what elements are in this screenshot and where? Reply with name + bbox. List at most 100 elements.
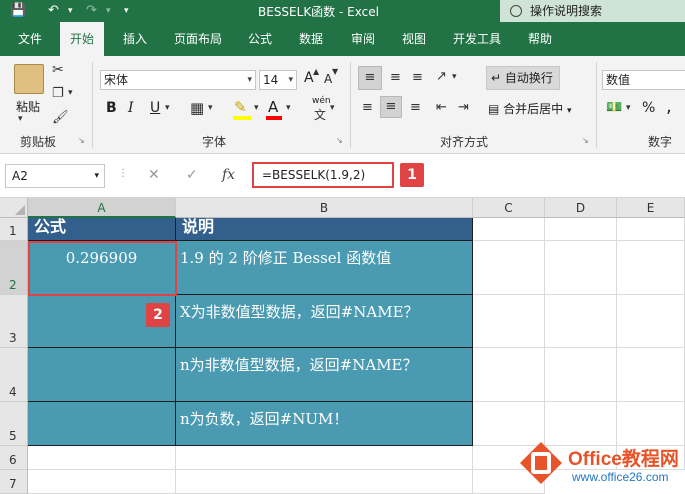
tab-insert[interactable]: 插入 (113, 22, 157, 56)
accounting-icon[interactable]: 💵 (606, 100, 622, 115)
undo-dropdown-icon[interactable]: ▾ (68, 6, 73, 16)
fill-color-icon[interactable]: ✎ (234, 98, 247, 116)
borders-dropdown-icon[interactable]: ▾ (208, 103, 213, 113)
cell-e3[interactable] (617, 295, 685, 348)
paste-icon[interactable] (14, 64, 44, 94)
cell-b2[interactable]: 1.9 的 2 阶修正 Bessel 函数值 (176, 241, 473, 295)
tab-page-layout[interactable]: 页面布局 (164, 22, 232, 56)
cell-d2[interactable] (545, 241, 617, 295)
paste-dropdown-icon[interactable]: ▾ (18, 114, 23, 124)
font-color-dropdown-icon[interactable]: ▾ (286, 103, 291, 113)
orientation-icon[interactable]: ↗ (436, 69, 447, 84)
row-header-1[interactable]: 1 (0, 218, 28, 241)
underline-dropdown-icon[interactable]: ▾ (165, 103, 170, 113)
row-header-4[interactable]: 4 (0, 348, 28, 402)
tab-formulas[interactable]: 公式 (238, 22, 282, 56)
increase-indent-icon[interactable]: ⇥ (458, 100, 469, 115)
column-header-d[interactable]: D (545, 198, 617, 218)
cell-d1[interactable] (545, 218, 617, 241)
cell-a4[interactable] (28, 348, 176, 402)
align-right-icon[interactable]: ≡ (410, 100, 421, 115)
wrap-text-button[interactable]: ↵ 自动换行 (486, 66, 560, 90)
number-format-combo[interactable]: 数值 (602, 70, 685, 90)
cell-c1[interactable] (473, 218, 545, 241)
cell-a1[interactable]: 公式 (28, 218, 176, 241)
name-box[interactable]: A2 ▾ (5, 164, 105, 188)
column-header-c[interactable]: C (473, 198, 545, 218)
copy-icon[interactable]: ❐ (52, 86, 64, 101)
tab-data[interactable]: 数据 (289, 22, 333, 56)
phonetic-guide-button[interactable]: wén (312, 96, 331, 106)
cell-b6[interactable] (176, 446, 473, 470)
orientation-dropdown-icon[interactable]: ▾ (452, 72, 457, 82)
decrease-indent-icon[interactable]: ⇤ (436, 100, 447, 115)
accounting-dropdown-icon[interactable]: ▾ (626, 103, 631, 113)
align-center-icon[interactable]: ≡ (380, 96, 402, 118)
row-header-7[interactable]: 7 (0, 470, 28, 494)
fill-dropdown-icon[interactable]: ▾ (254, 103, 259, 113)
paste-button[interactable]: 粘贴 (16, 98, 40, 115)
formula-input[interactable]: =BESSELK(1.9,2) (252, 162, 394, 188)
merge-center-button[interactable]: ▤ 合并后居中 ▾ (488, 100, 572, 117)
tell-me-search[interactable]: 操作说明搜索 (500, 0, 685, 22)
bold-button[interactable]: B (106, 100, 117, 116)
cell-b7[interactable] (176, 470, 473, 494)
tab-view[interactable]: 视图 (392, 22, 436, 56)
cell-e1[interactable] (617, 218, 685, 241)
customize-toolbar-icon[interactable]: ▾ (124, 6, 129, 16)
cell-b4[interactable]: n为非数值型数据，返回#NAME？ (176, 348, 473, 402)
format-painter-icon[interactable]: 🖌 (52, 110, 69, 125)
alignment-launcher-icon[interactable]: ↘ (582, 136, 589, 145)
clipboard-launcher-icon[interactable]: ↘ (78, 136, 85, 145)
enter-icon[interactable]: ✓ (186, 167, 198, 183)
tab-developer[interactable]: 开发工具 (443, 22, 511, 56)
cancel-icon[interactable]: ✕ (148, 167, 160, 183)
cell-b1[interactable]: 说明 (176, 218, 473, 241)
cell-c4[interactable] (473, 348, 545, 402)
tab-file[interactable]: 文件 (8, 22, 52, 56)
select-all-corner[interactable] (0, 198, 28, 218)
comma-button[interactable]: , (666, 96, 672, 117)
insert-function-button[interactable]: fx (222, 167, 235, 183)
cell-d3[interactable] (545, 295, 617, 348)
redo-dropdown-icon[interactable]: ▾ (106, 6, 111, 16)
align-left-icon[interactable]: ≡ (362, 100, 373, 115)
tab-help[interactable]: 帮助 (518, 22, 562, 56)
undo-icon[interactable]: ↶ (48, 3, 59, 18)
align-bottom-icon[interactable]: ≡ (412, 70, 423, 85)
borders-icon[interactable]: ▦ (190, 99, 204, 117)
row-header-6[interactable]: 6 (0, 446, 28, 470)
percent-button[interactable]: % (642, 100, 655, 116)
cell-d4[interactable] (545, 348, 617, 402)
underline-button[interactable]: U (150, 100, 160, 116)
column-header-e[interactable]: E (617, 198, 685, 218)
shrink-font-button[interactable]: A (324, 72, 332, 86)
cell-c2[interactable] (473, 241, 545, 295)
font-launcher-icon[interactable]: ↘ (336, 136, 343, 145)
row-header-2[interactable]: 2 (0, 241, 28, 295)
font-color-button[interactable]: A (268, 98, 278, 116)
row-header-3[interactable]: 3 (0, 295, 28, 348)
cell-a6[interactable] (28, 446, 176, 470)
cell-e4[interactable] (617, 348, 685, 402)
tab-review[interactable]: 审阅 (341, 22, 385, 56)
row-header-5[interactable]: 5 (0, 402, 28, 446)
align-top-icon[interactable]: ≡ (358, 66, 382, 90)
cell-c3[interactable] (473, 295, 545, 348)
phonetic-dropdown-icon[interactable]: ▾ (330, 103, 335, 113)
cell-a7[interactable] (28, 470, 176, 494)
save-icon[interactable]: 💾 (10, 3, 26, 18)
font-size-combo[interactable]: 14 ▾ (259, 70, 297, 90)
column-header-a[interactable]: A (28, 198, 176, 218)
copy-dropdown-icon[interactable]: ▾ (68, 88, 73, 98)
cell-a2[interactable]: 0.296909 (28, 241, 176, 295)
align-middle-icon[interactable]: ≡ (390, 70, 401, 85)
more-options-icon[interactable]: ⋮ (118, 168, 128, 179)
cell-e2[interactable] (617, 241, 685, 295)
column-header-b[interactable]: B (176, 198, 473, 218)
cell-a5[interactable] (28, 402, 176, 446)
cell-b3[interactable]: X为非数值型数据，返回#NAME？ (176, 295, 473, 348)
cell-b5[interactable]: n为负数，返回#NUM！ (176, 402, 473, 446)
cut-icon[interactable]: ✂ (52, 62, 64, 78)
redo-icon[interactable]: ↷ (86, 3, 97, 18)
